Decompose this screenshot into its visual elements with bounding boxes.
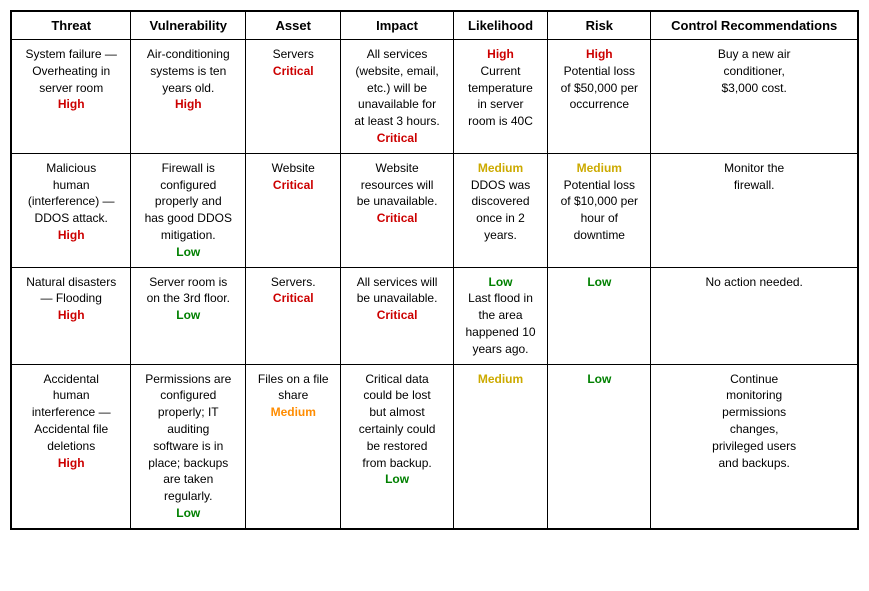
cell-threat: System failure —Overheating inserver roo…	[11, 40, 131, 154]
cell-impact: All services willbe unavailable.Critical	[341, 267, 453, 364]
cell-asset: Files on a fileshareMedium	[246, 364, 341, 529]
table-row: Malicioushuman(interference) —DDOS attac…	[11, 153, 858, 267]
cell-control: Monitor thefirewall.	[651, 153, 858, 267]
cell-risk: HighPotential lossof $50,000 peroccurren…	[548, 40, 651, 154]
cell-control: Continuemonitoringpermissionschanges,pri…	[651, 364, 858, 529]
cell-likelihood: MediumDDOS wasdiscoveredonce in 2years.	[453, 153, 548, 267]
cell-asset: Servers.Critical	[246, 267, 341, 364]
table-row: System failure —Overheating inserver roo…	[11, 40, 858, 154]
cell-impact: All services(website, email,etc.) will b…	[341, 40, 453, 154]
risk-assessment-table: Threat Vulnerability Asset Impact Likeli…	[10, 10, 859, 530]
col-header-vulnerability: Vulnerability	[131, 11, 246, 40]
cell-impact: Critical datacould be lostbut almostcert…	[341, 364, 453, 529]
cell-impact: Websiteresources willbe unavailable.Crit…	[341, 153, 453, 267]
col-header-asset: Asset	[246, 11, 341, 40]
cell-asset: WebsiteCritical	[246, 153, 341, 267]
cell-threat: Natural disasters— FloodingHigh	[11, 267, 131, 364]
cell-risk: Low	[548, 364, 651, 529]
cell-likelihood: LowLast flood inthe areahappened 10years…	[453, 267, 548, 364]
col-header-control: Control Recommendations	[651, 11, 858, 40]
col-header-likelihood: Likelihood	[453, 11, 548, 40]
cell-likelihood: Medium	[453, 364, 548, 529]
cell-control: Buy a new airconditioner,$3,000 cost.	[651, 40, 858, 154]
cell-risk: MediumPotential lossof $10,000 perhour o…	[548, 153, 651, 267]
cell-likelihood: HighCurrenttemperaturein serverroom is 4…	[453, 40, 548, 154]
cell-control: No action needed.	[651, 267, 858, 364]
cell-threat: Accidentalhumaninterference —Accidental …	[11, 364, 131, 529]
cell-vulnerability: Server room ison the 3rd floor.Low	[131, 267, 246, 364]
cell-asset: ServersCritical	[246, 40, 341, 154]
cell-risk: Low	[548, 267, 651, 364]
table-row: Accidentalhumaninterference —Accidental …	[11, 364, 858, 529]
cell-vulnerability: Air-conditioningsystems is tenyears old.…	[131, 40, 246, 154]
col-header-threat: Threat	[11, 11, 131, 40]
table-row: Natural disasters— FloodingHighServer ro…	[11, 267, 858, 364]
col-header-impact: Impact	[341, 11, 453, 40]
col-header-risk: Risk	[548, 11, 651, 40]
cell-vulnerability: Permissions areconfiguredproperly; ITaud…	[131, 364, 246, 529]
cell-threat: Malicioushuman(interference) —DDOS attac…	[11, 153, 131, 267]
cell-vulnerability: Firewall isconfiguredproperly andhas goo…	[131, 153, 246, 267]
